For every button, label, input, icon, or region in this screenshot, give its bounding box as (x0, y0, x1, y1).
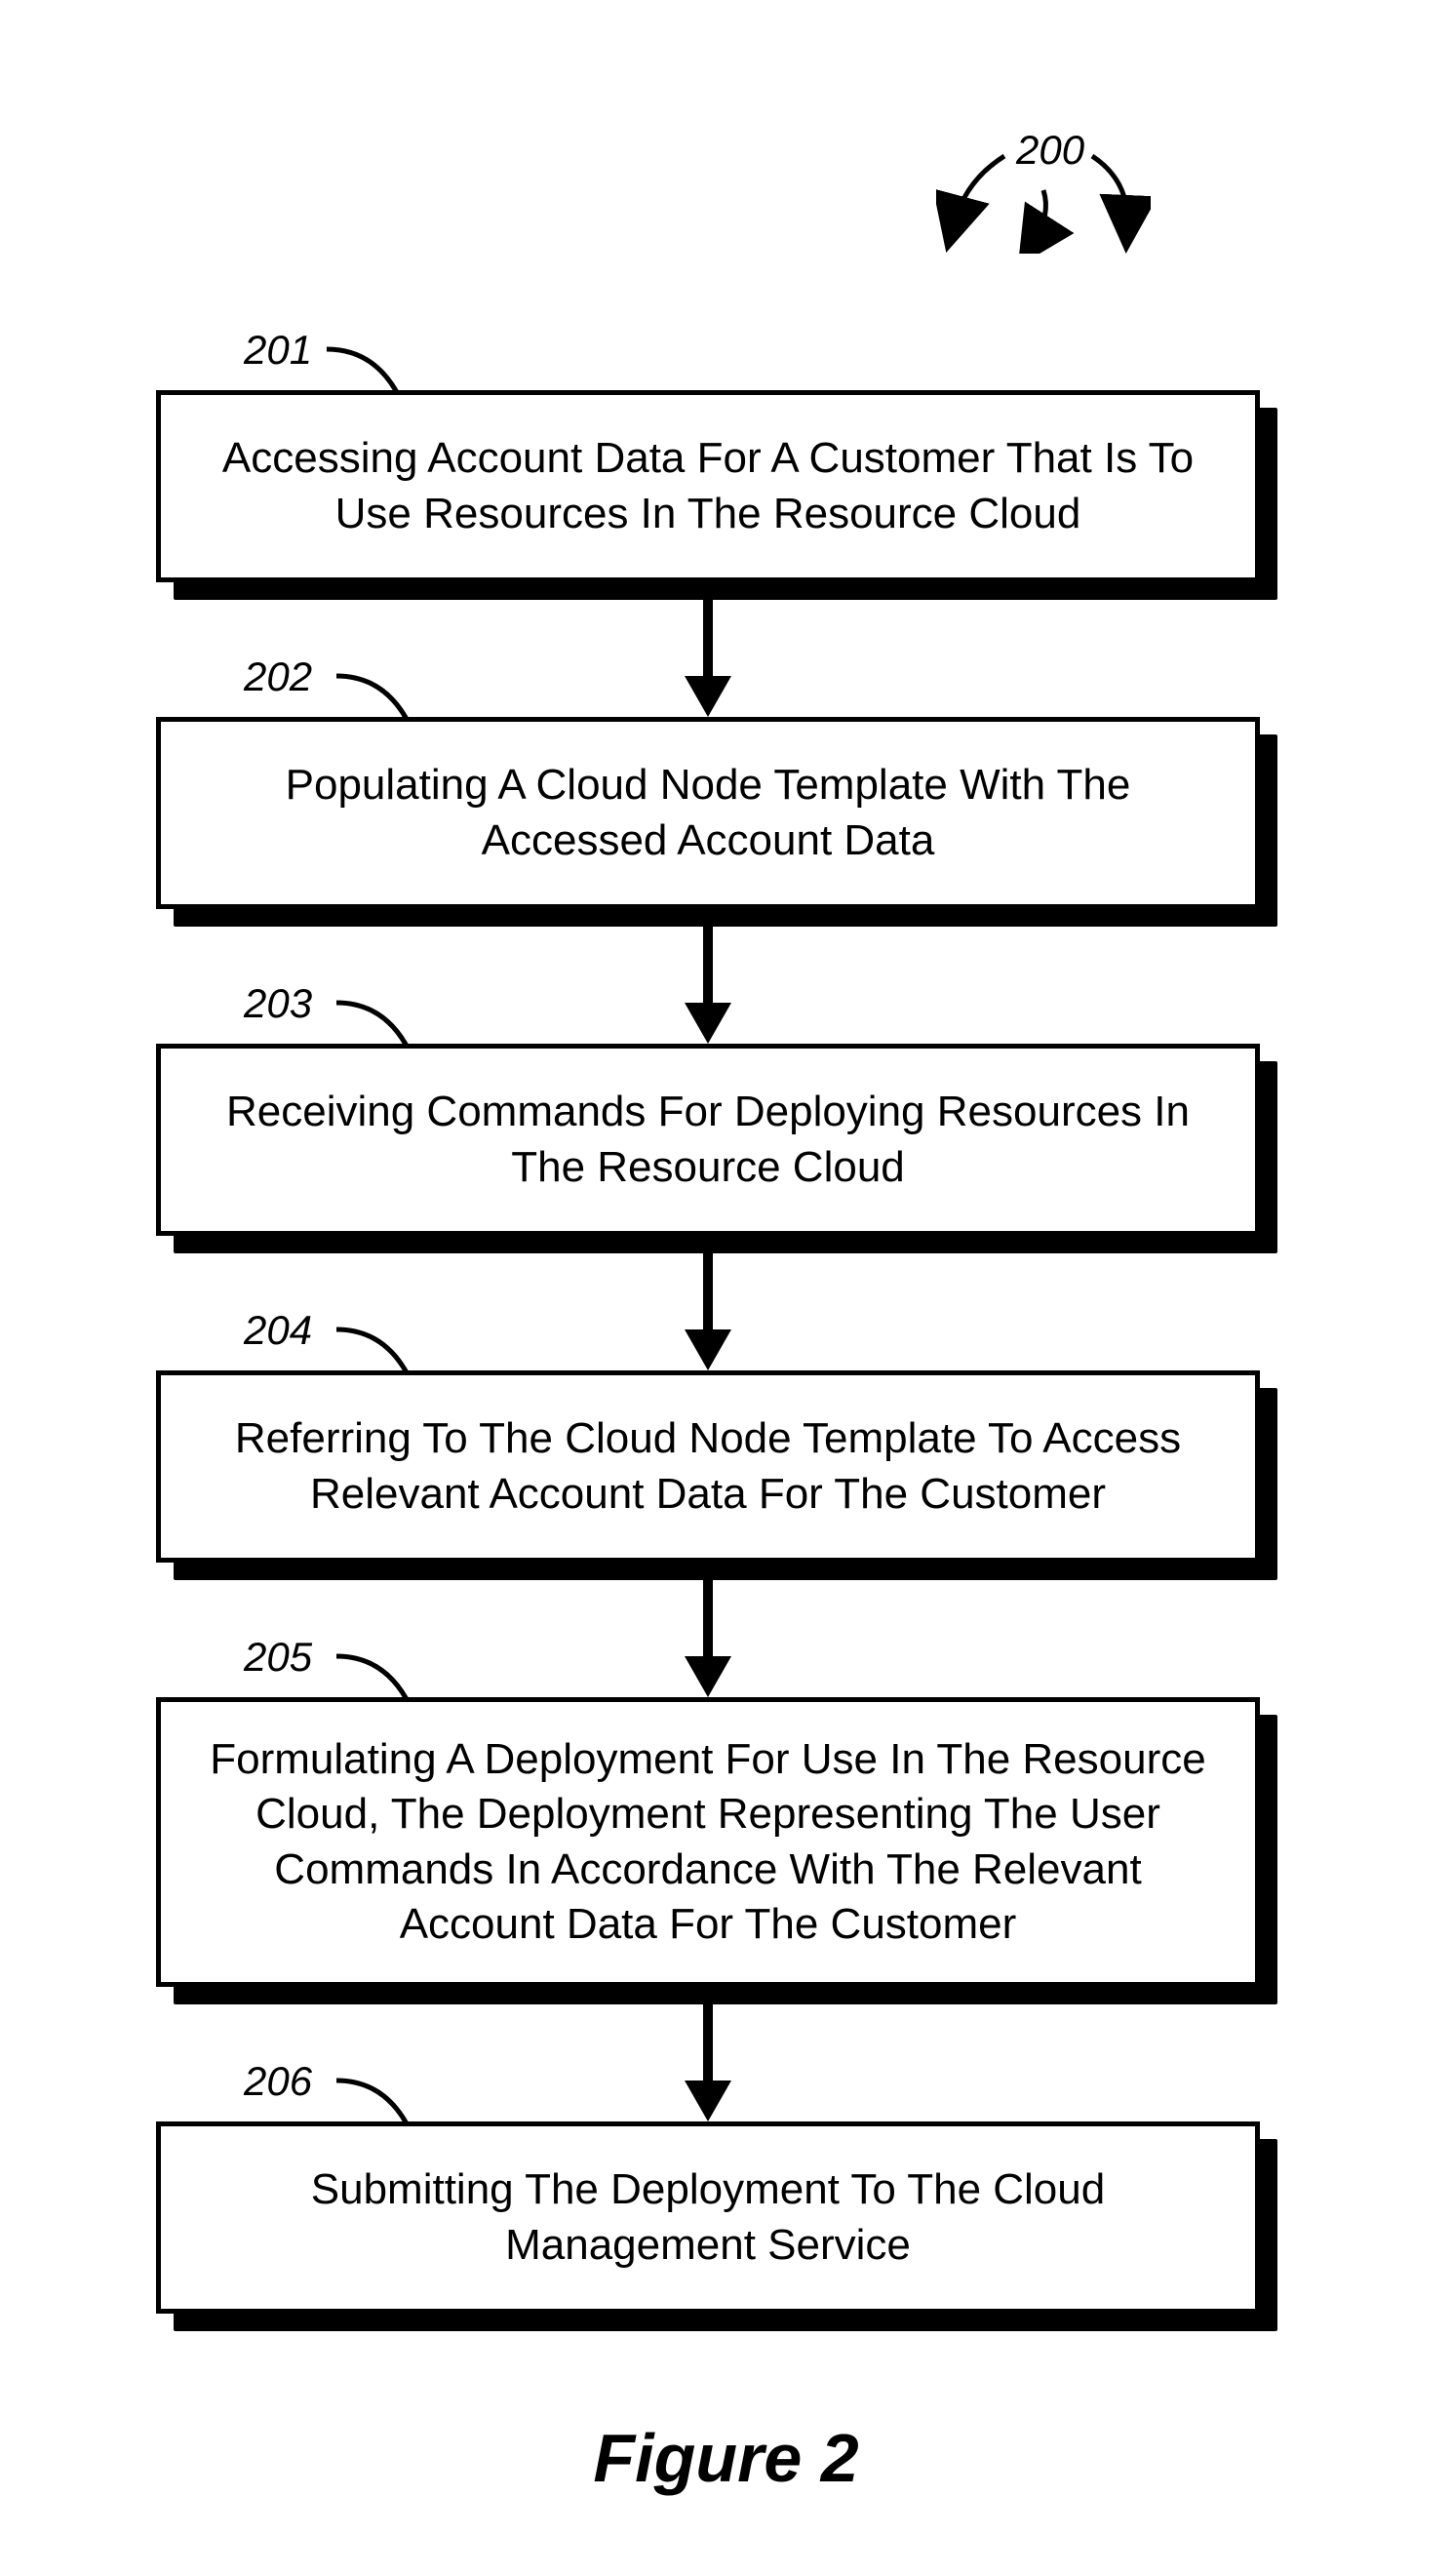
arrow-down-icon (696, 1253, 720, 1370)
step-label-206: 206 (244, 2058, 312, 2105)
arrow-down-icon (696, 600, 720, 717)
arrow-down-icon (696, 2004, 720, 2121)
step-box-204: Referring To The Cloud Node Template To … (156, 1370, 1277, 1580)
step-label-202: 202 (244, 654, 312, 700)
step-label-203: 203 (244, 980, 312, 1027)
arrow-down-icon (696, 927, 720, 1044)
step-text: Formulating A Deployment For Use In The … (200, 1732, 1216, 1952)
step-box-203: Receiving Commands For Deploying Resourc… (156, 1044, 1277, 1253)
figure-ref-arrows-icon (936, 127, 1151, 254)
step-text: Populating A Cloud Node Template With Th… (200, 758, 1216, 868)
step-label-205: 205 (244, 1634, 312, 1681)
flowchart-canvas: 200 201 Accessing Account Data For A Cus… (0, 0, 1452, 2576)
step-text: Submitting The Deployment To The Cloud M… (200, 2162, 1216, 2273)
step-box-201: Accessing Account Data For A Customer Th… (156, 390, 1277, 600)
step-label-204: 204 (244, 1307, 312, 1354)
step-label-201: 201 (244, 327, 312, 374)
step-box-202: Populating A Cloud Node Template With Th… (156, 717, 1277, 927)
step-text: Accessing Account Data For A Customer Th… (200, 431, 1216, 541)
figure-caption: Figure 2 (0, 2419, 1452, 2497)
figure-reference-200: 200 (936, 127, 1151, 244)
step-box-206: Submitting The Deployment To The Cloud M… (156, 2121, 1277, 2331)
arrow-down-icon (696, 1580, 720, 1697)
step-box-205: Formulating A Deployment For Use In The … (156, 1697, 1277, 2004)
step-text: Receiving Commands For Deploying Resourc… (200, 1085, 1216, 1195)
step-text: Referring To The Cloud Node Template To … (200, 1411, 1216, 1522)
